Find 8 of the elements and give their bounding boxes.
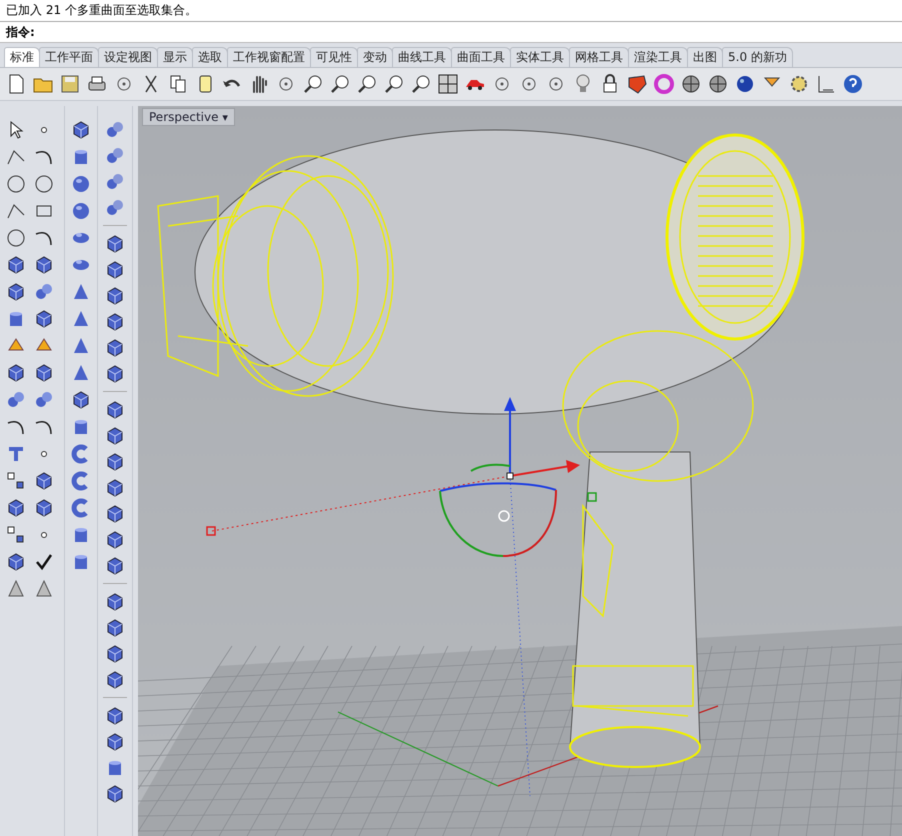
help-icon[interactable] bbox=[841, 72, 865, 96]
command-field[interactable]: 指令: bbox=[0, 22, 902, 43]
toolbar-tab[interactable]: 5.0 的新功 bbox=[722, 47, 793, 67]
viewport-tab[interactable]: Perspective ▾ bbox=[142, 108, 235, 126]
grid-icon[interactable] bbox=[436, 72, 460, 96]
toolbar-tab[interactable]: 标准 bbox=[4, 47, 40, 67]
color-wheel-icon[interactable] bbox=[652, 72, 676, 96]
command-history: 已加入 21 个多重曲面至选取集合。 bbox=[0, 0, 902, 22]
